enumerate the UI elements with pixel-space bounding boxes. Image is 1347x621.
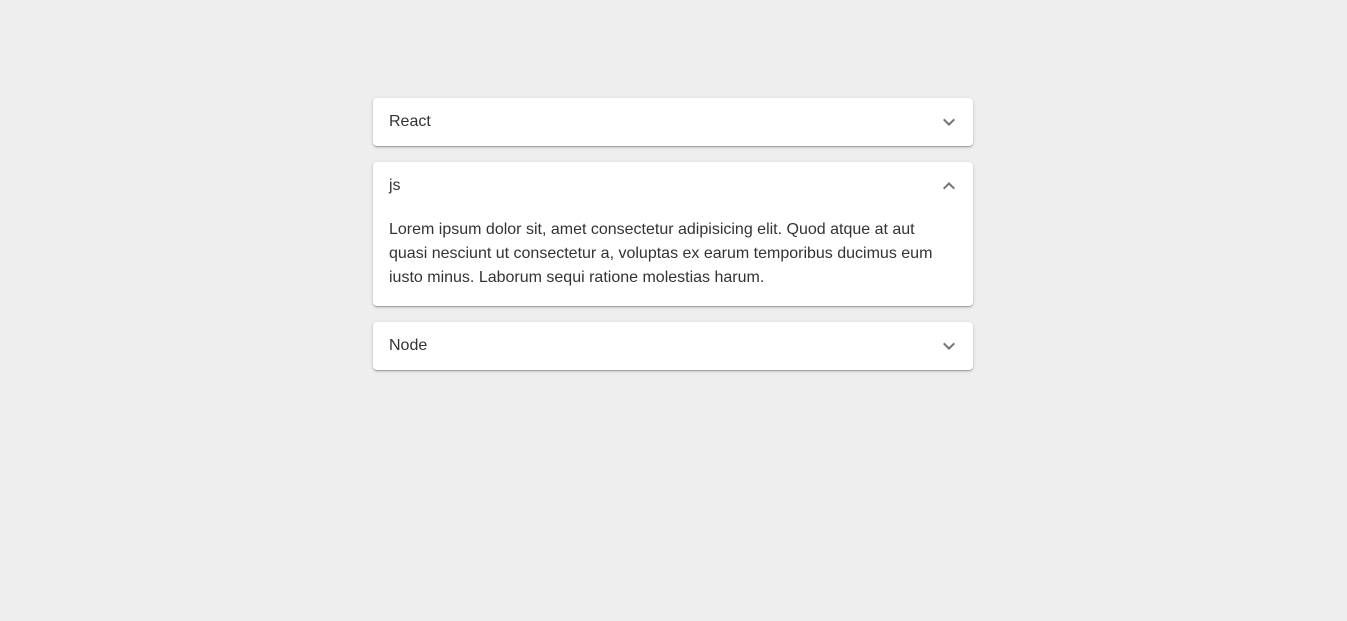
panel-header-react[interactable]: React	[373, 98, 973, 146]
chevron-down-icon[interactable]	[937, 334, 961, 358]
accordion-panel-node: Node	[373, 322, 973, 370]
accordion-panel-js: js Lorem ipsum dolor sit, amet consectet…	[373, 162, 973, 306]
chevron-up-icon[interactable]	[937, 174, 961, 198]
panel-title: React	[389, 113, 431, 130]
panel-header-js[interactable]: js	[373, 162, 973, 210]
accordion-panel-react: React	[373, 98, 973, 146]
panel-body-text: Lorem ipsum dolor sit, amet consectetur …	[389, 221, 933, 286]
accordion: React js Lorem ipsum dolor sit, amet con…	[373, 98, 973, 386]
panel-title: Node	[389, 337, 428, 354]
panel-title: js	[389, 177, 401, 194]
chevron-down-icon[interactable]	[937, 110, 961, 134]
panel-header-node[interactable]: Node	[373, 322, 973, 370]
